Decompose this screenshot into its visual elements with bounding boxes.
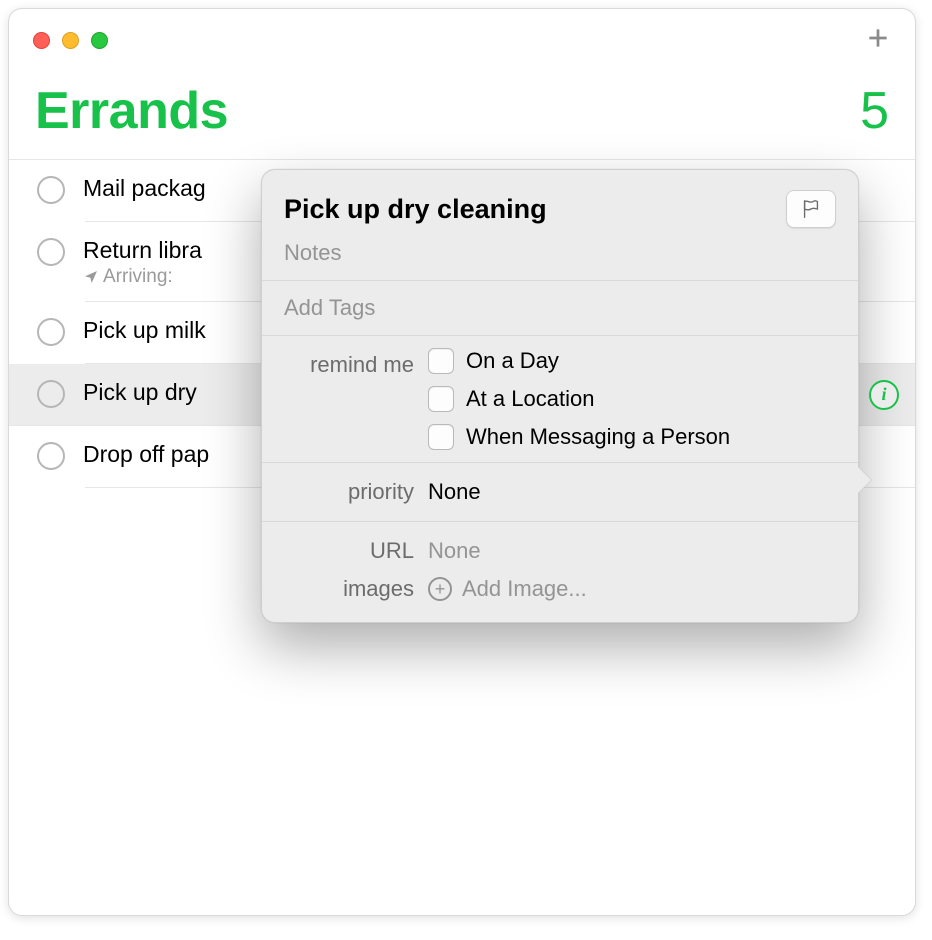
- location-arrow-icon: [83, 269, 99, 285]
- complete-checkbox[interactable]: [37, 318, 65, 346]
- minimize-window-button[interactable]: [62, 32, 79, 49]
- priority-value[interactable]: None: [428, 479, 836, 505]
- complete-checkbox[interactable]: [37, 380, 65, 408]
- images-label: images: [284, 576, 414, 602]
- flag-button[interactable]: [786, 190, 836, 228]
- popover-title[interactable]: Pick up dry cleaning: [284, 194, 547, 225]
- list-title: Errands: [35, 81, 228, 141]
- window-controls: [33, 32, 108, 49]
- remind-on-day-option[interactable]: On a Day: [428, 348, 836, 374]
- close-window-button[interactable]: [33, 32, 50, 49]
- list-header: Errands 5: [9, 71, 915, 159]
- complete-checkbox[interactable]: [37, 176, 65, 204]
- checkbox-at-location[interactable]: [428, 386, 454, 412]
- checkbox-on-day[interactable]: [428, 348, 454, 374]
- add-reminder-button[interactable]: [865, 25, 891, 56]
- complete-checkbox[interactable]: [37, 238, 65, 266]
- zoom-window-button[interactable]: [91, 32, 108, 49]
- notes-field[interactable]: Notes: [284, 240, 341, 265]
- flag-icon: [800, 198, 822, 220]
- tags-field[interactable]: Add Tags: [284, 295, 375, 320]
- complete-checkbox[interactable]: [37, 442, 65, 470]
- remind-me-label: remind me: [284, 348, 414, 450]
- list-count: 5: [860, 81, 889, 141]
- plus-icon: [865, 25, 891, 51]
- reminders-window: Errands 5 Mail packag Return libra Arriv…: [8, 8, 916, 916]
- url-label: URL: [284, 538, 414, 564]
- plus-circle-icon: +: [428, 577, 452, 601]
- add-image-button[interactable]: + Add Image...: [428, 576, 836, 602]
- reminder-details-popover: Pick up dry cleaning Notes Add Tags remi…: [261, 169, 859, 623]
- remind-at-location-option[interactable]: At a Location: [428, 386, 836, 412]
- remind-when-messaging-option[interactable]: When Messaging a Person: [428, 424, 836, 450]
- info-button[interactable]: i: [869, 380, 899, 410]
- url-value[interactable]: None: [428, 538, 836, 564]
- titlebar: [9, 9, 915, 71]
- checkbox-when-messaging[interactable]: [428, 424, 454, 450]
- priority-label: priority: [284, 479, 414, 505]
